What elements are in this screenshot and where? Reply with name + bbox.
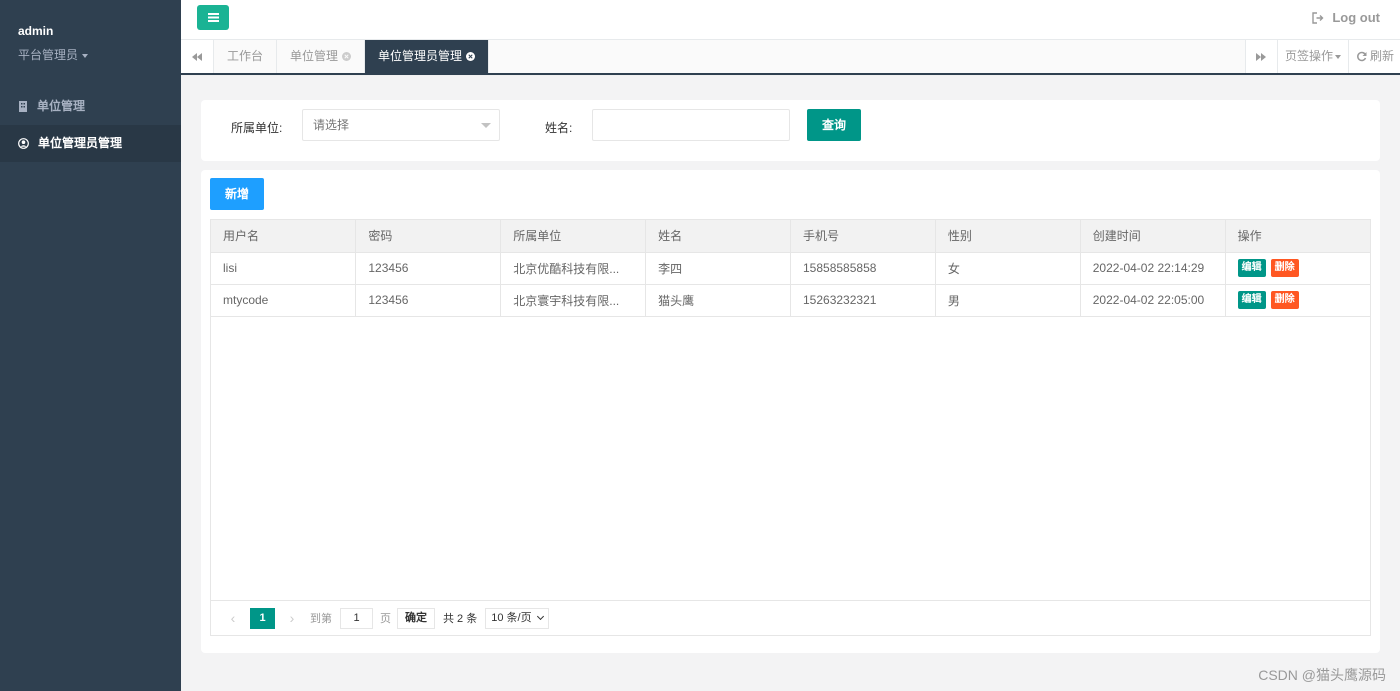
sidebar-item-unit-management[interactable]: 单位管理 (0, 88, 181, 125)
user-role-label: 平台管理员 (18, 48, 79, 62)
watermark: CSDN @猫头鹰源码 (1258, 667, 1386, 683)
column-header: 所属单位 (500, 220, 647, 253)
refresh-label: 刷新 (1369, 49, 1394, 63)
cell-created-time: 2022-04-02 22:14:29 (1080, 252, 1226, 285)
tab-label: 单位管理员管理 (378, 49, 463, 63)
name-input[interactable] (592, 109, 790, 141)
triangle-down-icon (481, 123, 491, 128)
column-header: 手机号 (790, 220, 936, 253)
edit-button[interactable]: 编辑 (1237, 291, 1266, 309)
tab-unit-management[interactable]: 单位管理 (277, 40, 366, 73)
cell-actions: 编辑 删除 (1225, 252, 1370, 285)
cell-password: 123456 (355, 284, 502, 317)
unit-select[interactable]: 请选择 (302, 109, 500, 141)
page-size-label: 10 条/页 (491, 611, 532, 624)
close-icon[interactable] (342, 52, 352, 61)
cell-phone: 15263232321 (790, 284, 936, 317)
cell-phone: 15858585858 (790, 252, 936, 285)
cell-name: 李四 (645, 252, 791, 285)
total-count: 共 2 条 (443, 613, 478, 625)
next-page-icon[interactable]: › (285, 610, 299, 626)
tab-scroll-left-button[interactable] (181, 40, 214, 73)
column-header: 操作 (1225, 220, 1370, 253)
table-row: lisi 123456 北京优酷科技有限... 李四 15858585858 女… (211, 252, 1370, 285)
cell-created-time: 2022-04-02 22:05:00 (1080, 284, 1226, 317)
user-block: admin 平台管理员 (0, 0, 181, 88)
logout-button[interactable]: Log out (1312, 10, 1380, 25)
column-header: 密码 (355, 220, 502, 253)
main-content: 所属单位: 请选择 姓名: 查询 新增 用户名 密码 所属单位 姓名 手机号 性… (181, 76, 1400, 691)
pagination: ‹ 1 › 到第 1 页 确定 共 2 条 10 条/页 (211, 600, 1370, 635)
building-icon (19, 101, 27, 112)
sidebar-item-unit-admin-management[interactable]: 单位管理员管理 (0, 125, 181, 162)
page-size-select[interactable]: 10 条/页 (485, 607, 549, 629)
tab-label: 单位管理 (290, 49, 339, 63)
cell-username: lisi (211, 252, 357, 285)
hamburger-icon (207, 13, 219, 22)
prev-page-icon[interactable]: ‹ (226, 610, 240, 626)
backward-icon (192, 52, 202, 61)
caret-down-icon (82, 53, 89, 58)
close-icon[interactable] (466, 52, 476, 61)
logout-label: Log out (1332, 10, 1380, 25)
column-header: 用户名 (211, 220, 357, 253)
topbar: Log out (181, 0, 1400, 40)
tab-unit-admin-management[interactable]: 单位管理员管理 (365, 40, 490, 73)
goto-page-input[interactable]: 1 (340, 607, 373, 629)
page-unit-label: 页 (380, 613, 391, 625)
search-panel: 所属单位: 请选择 姓名: 查询 (201, 100, 1380, 161)
tab-label: 工作台 (227, 49, 264, 63)
column-header: 性别 (935, 220, 1081, 253)
refresh-button[interactable]: 刷新 (1347, 40, 1400, 73)
cell-unit: 北京寰宇科技有限... (500, 284, 647, 317)
column-header: 姓名 (645, 220, 791, 253)
tab-actions: 页签操作 刷新 (1244, 40, 1400, 73)
table-row: mtycode 123456 北京寰宇科技有限... 猫头鹰 152632323… (211, 284, 1370, 317)
cell-name: 猫头鹰 (645, 284, 791, 317)
tab-workbench[interactable]: 工作台 (214, 40, 278, 73)
cell-username: mtycode (211, 284, 357, 317)
delete-button[interactable]: 删除 (1270, 291, 1299, 309)
delete-button[interactable]: 删除 (1270, 259, 1299, 277)
cell-gender: 女 (935, 252, 1081, 285)
cell-gender: 男 (935, 284, 1081, 317)
query-button[interactable]: 查询 (807, 109, 861, 141)
name-filter-label: 姓名: (545, 121, 573, 135)
tab-scroll-right-button[interactable] (1244, 40, 1277, 73)
tab-bar: 工作台 单位管理 单位管理员管理 页签操作 刷新 (181, 40, 1400, 75)
cell-unit: 北京优酷科技有限... (500, 252, 647, 285)
cell-actions: 编辑 删除 (1225, 284, 1370, 317)
goto-label: 到第 (310, 613, 332, 625)
unit-select-placeholder: 请选择 (313, 118, 350, 132)
user-name: admin (18, 24, 54, 38)
add-button[interactable]: 新增 (210, 178, 264, 210)
current-page[interactable]: 1 (250, 607, 275, 629)
forward-icon (1256, 52, 1267, 61)
goto-confirm-button[interactable]: 确定 (397, 607, 435, 629)
column-header: 创建时间 (1080, 220, 1226, 253)
caret-down-icon (1334, 54, 1341, 59)
tab-ops-dropdown[interactable]: 页签操作 (1276, 40, 1348, 73)
user-role-dropdown[interactable]: 平台管理员 (18, 46, 163, 63)
chevron-down-icon (536, 612, 544, 621)
data-table: 用户名 密码 所属单位 姓名 手机号 性别 创建时间 操作 lisi 12345… (210, 219, 1371, 636)
unit-filter-label: 所属单位: (231, 121, 283, 135)
tab-ops-label: 页签操作 (1284, 49, 1333, 63)
sidebar: admin 平台管理员 单位管理 单位管理员管理 (0, 0, 181, 691)
sign-out-icon (1312, 11, 1324, 24)
menu-toggle-button[interactable] (197, 5, 229, 30)
table-header-row: 用户名 密码 所属单位 姓名 手机号 性别 创建时间 操作 (211, 220, 1370, 253)
user-circle-icon (18, 138, 29, 149)
edit-button[interactable]: 编辑 (1237, 259, 1266, 277)
table-panel: 新增 用户名 密码 所属单位 姓名 手机号 性别 创建时间 操作 lisi 12… (201, 170, 1380, 653)
sidebar-item-label: 单位管理员管理 (38, 136, 123, 150)
tab-list: 工作台 单位管理 单位管理员管理 (214, 40, 490, 73)
refresh-icon (1357, 51, 1367, 62)
sidebar-item-label: 单位管理 (37, 99, 86, 113)
cell-password: 123456 (355, 252, 502, 285)
